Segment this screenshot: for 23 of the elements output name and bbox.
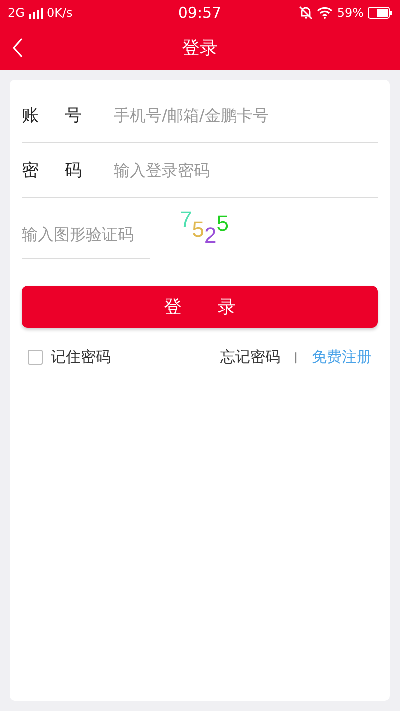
- battery-icon: [368, 7, 392, 19]
- muted-bell-icon: [299, 6, 314, 20]
- field-label: 密 码: [22, 160, 82, 182]
- back-icon[interactable]: [12, 38, 24, 58]
- network-speed: 0K/s: [46, 6, 73, 20]
- field-label: 账 号: [22, 104, 82, 126]
- separator: |: [294, 351, 298, 364]
- wifi-icon: [317, 7, 334, 19]
- remember-checkbox[interactable]: [28, 350, 43, 365]
- captcha-char: 5: [216, 211, 229, 237]
- input-field[interactable]: 手机号/邮箱/金鹏卡号: [114, 106, 378, 124]
- input-field[interactable]: 输入登录密码: [114, 160, 378, 180]
- signal-icon: [28, 8, 43, 18]
- forgot-password-link[interactable]: 忘记密码: [220, 348, 280, 367]
- login-button[interactable]: 登 录: [22, 286, 378, 328]
- captcha-field[interactable]: 输入图形验证码: [22, 212, 150, 258]
- clock: 09:57: [178, 4, 222, 22]
- remember-label[interactable]: 记住密码: [51, 348, 111, 367]
- register-link[interactable]: 免费注册: [312, 348, 372, 367]
- battery-percent: 59%: [337, 6, 364, 20]
- captcha-char: 5: [192, 217, 204, 243]
- page-title: 登录: [182, 37, 218, 60]
- network-type: 2G: [8, 6, 25, 20]
